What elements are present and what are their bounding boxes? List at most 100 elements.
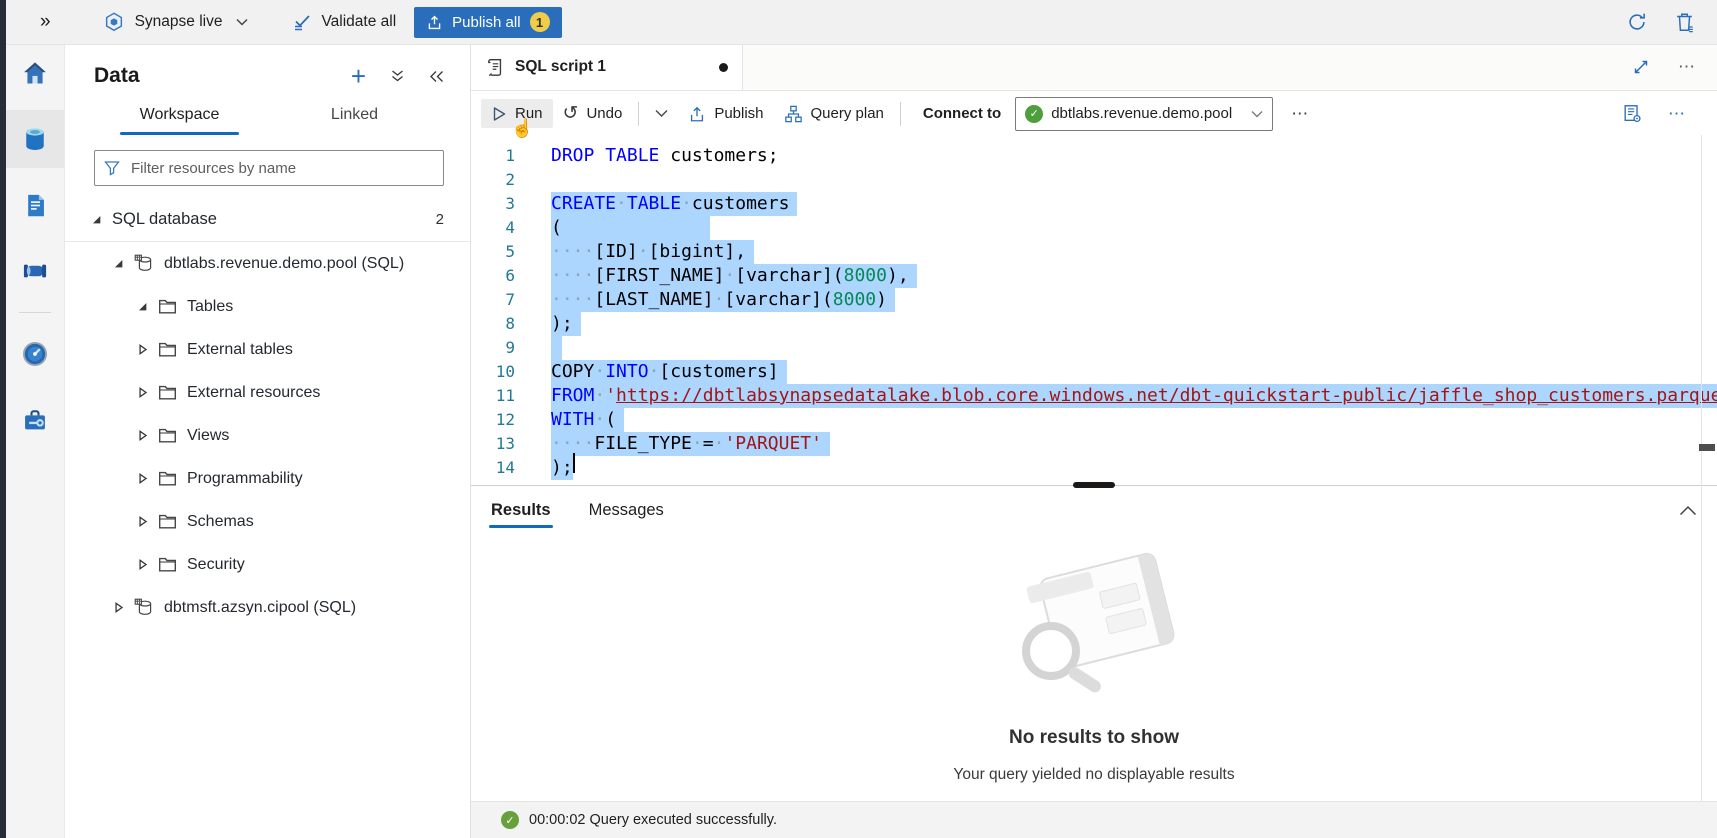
tab-results[interactable]: Results: [491, 486, 551, 534]
code-line-4[interactable]: 4(: [471, 216, 1717, 240]
code-line-6[interactable]: 6····[FIRST_NAME]·[varchar](8000),: [471, 264, 1717, 288]
code-line-1[interactable]: 1DROP TABLE customers;: [471, 144, 1717, 168]
code-line-text[interactable]: DROP TABLE customers;: [551, 144, 779, 168]
twisty-collapsed-icon[interactable]: [136, 473, 148, 484]
line-number: 10: [471, 360, 515, 384]
nav-home[interactable]: [6, 44, 64, 102]
filter-input[interactable]: [129, 159, 434, 178]
sql-code-editor[interactable]: 1DROP TABLE customers;23CREATE·TABLE·cus…: [471, 136, 1717, 485]
tree-item-security[interactable]: Security: [64, 543, 470, 586]
tree-item-label: Programmability: [187, 470, 303, 488]
publish-upload-icon: [426, 14, 443, 31]
tab-workspace[interactable]: Workspace: [92, 106, 267, 135]
nav-monitor[interactable]: [6, 325, 64, 383]
nav-data[interactable]: [6, 110, 64, 168]
connect-to-label: Connect to: [923, 105, 1001, 122]
code-line-3[interactable]: 3CREATE·TABLE·customers: [471, 192, 1717, 216]
twisty-collapsed-icon[interactable]: [136, 387, 148, 398]
undo-dropdown-chevron[interactable]: [645, 103, 678, 124]
twisty-collapsed-icon[interactable]: [136, 516, 148, 527]
double-chevron-down-icon[interactable]: [390, 69, 405, 83]
collapse-panel-icon[interactable]: [429, 70, 444, 83]
code-line-text[interactable]: );: [551, 456, 573, 480]
tree-item-external-resources[interactable]: External resources: [64, 371, 470, 414]
properties-icon[interactable]: [1622, 103, 1642, 124]
code-line-text[interactable]: );: [551, 312, 581, 336]
toolbar-more-icon[interactable]: ⋯: [1291, 104, 1310, 124]
line-number: 11: [471, 384, 515, 408]
code-line-14[interactable]: 14);: [471, 456, 1717, 480]
tree-item-label: Views: [187, 427, 229, 445]
tab-more-actions-icon[interactable]: ⋯: [1678, 57, 1697, 77]
editor-scrollbar-thumb[interactable]: [1699, 444, 1715, 451]
collapse-results-icon[interactable]: [1679, 505, 1697, 516]
data-panel-tabs: Workspace Linked: [64, 106, 470, 135]
code-line-text[interactable]: COPY·INTO·[customers]: [551, 360, 787, 384]
tab-messages[interactable]: Messages: [589, 486, 664, 534]
filter-funnel-icon: [104, 160, 120, 176]
mode-selector[interactable]: Synapse live: [103, 11, 249, 33]
twisty-expanded-icon[interactable]: [112, 258, 124, 269]
publish-button[interactable]: Publish: [678, 99, 773, 129]
expand-panel-icon[interactable]: »: [40, 11, 51, 33]
add-resource-icon[interactable]: +: [351, 66, 366, 86]
manage-icon: [21, 406, 49, 434]
window-left-edge: [0, 0, 6, 838]
nav-integrate[interactable]: [6, 242, 64, 300]
code-line-text[interactable]: ····[LAST_NAME]·[varchar](8000): [551, 288, 895, 312]
splitter-handle[interactable]: [1073, 482, 1115, 488]
tree-item-dbtmsft-azsyn-cipool-sql-[interactable]: dbtmsft.azsyn.cipool (SQL): [64, 586, 470, 629]
mouse-cursor: ☝: [511, 118, 533, 139]
code-line-5[interactable]: 5····[ID]·[bigint],: [471, 240, 1717, 264]
tree-item-programmability[interactable]: Programmability: [64, 457, 470, 500]
tree-item-external-tables[interactable]: External tables: [64, 328, 470, 371]
tree-item-sql-database[interactable]: SQL database2: [64, 198, 470, 242]
code-line-12[interactable]: 12WITH·(: [471, 408, 1717, 432]
tree-item-tables[interactable]: Tables: [64, 285, 470, 328]
tree-item-dbtlabs-revenue-demo-pool-sql-[interactable]: dbtlabs.revenue.demo.pool (SQL): [64, 242, 470, 285]
tab-linked[interactable]: Linked: [267, 106, 442, 135]
tree-item-label: SQL database: [112, 210, 217, 229]
code-line-8[interactable]: 8);: [471, 312, 1717, 336]
undo-button[interactable]: ↺ Undo: [553, 99, 633, 128]
results-panel: Results Messages: [471, 485, 1717, 801]
code-line-text[interactable]: [551, 336, 562, 360]
tab-sql-script-1[interactable]: SQL script 1: [471, 44, 743, 90]
twisty-collapsed-icon[interactable]: [136, 430, 148, 441]
query-plan-button[interactable]: Query plan: [774, 99, 894, 129]
code-line-2[interactable]: 2: [471, 168, 1717, 192]
refresh-icon[interactable]: [1626, 11, 1648, 33]
tree-item-views[interactable]: Views: [64, 414, 470, 457]
code-line-11[interactable]: 11 FROM·'https://dbtlabsynapsedatalake.bl…: [471, 384, 1717, 408]
validate-all-button[interactable]: Validate all: [292, 13, 396, 31]
discard-trash-icon[interactable]: [1674, 11, 1695, 33]
twisty-expanded-icon[interactable]: [90, 214, 102, 225]
code-line-7[interactable]: 7····[LAST_NAME]·[varchar](8000): [471, 288, 1717, 312]
twisty-collapsed-icon[interactable]: [136, 559, 148, 570]
sql-script-icon: [485, 57, 505, 77]
connect-to-dropdown[interactable]: ✓ dbtlabs.revenue.demo.pool: [1015, 97, 1273, 131]
twisty-collapsed-icon[interactable]: [112, 602, 124, 613]
code-line-text[interactable]: CREATE·TABLE·customers: [551, 192, 797, 216]
code-line-text[interactable]: WITH·(: [551, 408, 624, 432]
code-line-9[interactable]: 9: [471, 336, 1717, 360]
synapse-studio-app: » Synapse live Validate all Publish: [0, 0, 1717, 838]
twisty-collapsed-icon[interactable]: [136, 344, 148, 355]
expand-editor-icon[interactable]: [1632, 58, 1650, 76]
top-header: » Synapse live Validate all Publish: [6, 0, 1717, 45]
code-line-13[interactable]: 13····FILE_TYPE·=·'PARQUET': [471, 432, 1717, 456]
editor-more-icon[interactable]: ⋯: [1668, 104, 1687, 124]
tree-item-schemas[interactable]: Schemas: [64, 500, 470, 543]
data-panel: Data + Workspace Linked SQL database2dbt…: [64, 44, 471, 838]
code-line-10[interactable]: 10 COPY·INTO·[customers]: [471, 360, 1717, 384]
empty-results-state: No results to show Your query yielded no…: [471, 534, 1717, 801]
code-line-text[interactable]: ····[ID]·[bigint],: [551, 240, 754, 264]
code-line-text[interactable]: (: [551, 216, 710, 240]
code-line-text[interactable]: ····FILE_TYPE·=·'PARQUET': [551, 432, 830, 456]
code-line-text[interactable]: ····[FIRST_NAME]·[varchar](8000),: [551, 264, 917, 288]
code-line-text[interactable]: FROM·'https://dbtlabsynapsedatalake.blob…: [551, 384, 1717, 408]
twisty-expanded-icon[interactable]: [136, 301, 148, 312]
publish-all-button[interactable]: Publish all 1: [414, 7, 561, 38]
nav-develop[interactable]: [6, 176, 64, 234]
nav-manage[interactable]: [6, 391, 64, 449]
